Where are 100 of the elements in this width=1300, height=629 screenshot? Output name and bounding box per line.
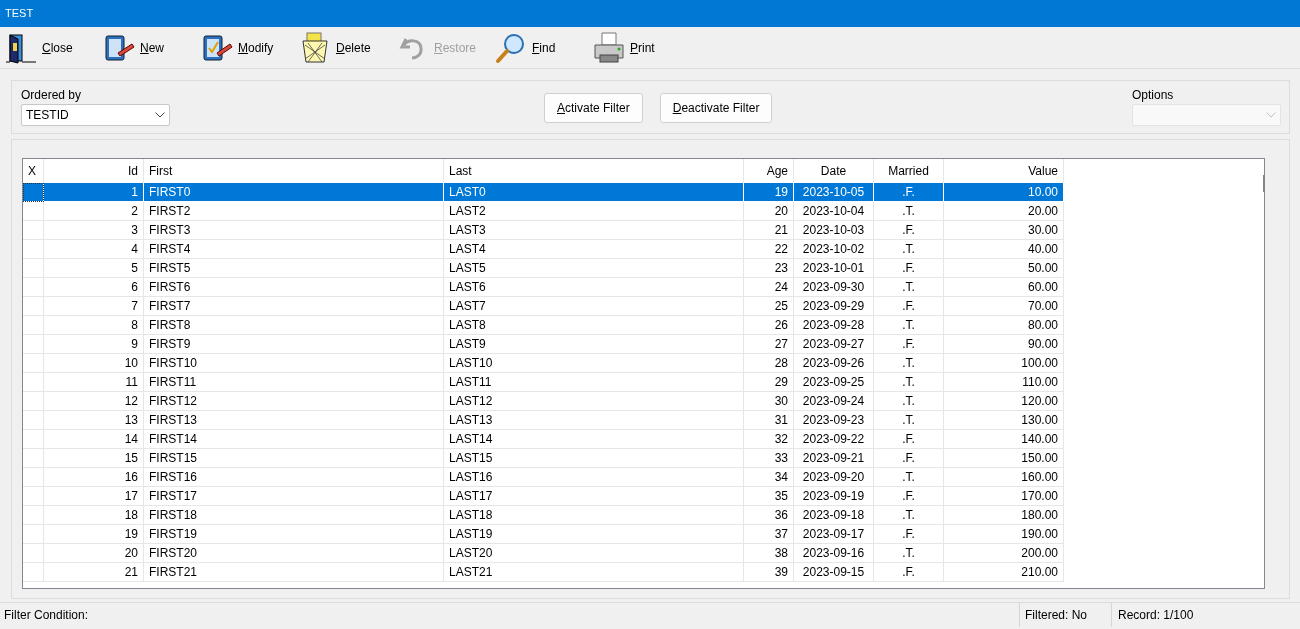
table-row[interactable]: 18 FIRST18 LAST18 36 2023-09-18 .T. 180.00 [23,506,1264,525]
table-row[interactable]: 2 FIRST2 LAST2 20 2023-10-04 .T. 20.00 [23,202,1264,221]
table-cell: 180.00 [944,506,1064,525]
table-cell: LAST8 [444,316,744,335]
table-cell: .F. [874,449,944,468]
table-row[interactable]: 4 FIRST4 LAST4 22 2023-10-02 .T. 40.00 [23,240,1264,259]
table-cell: FIRST4 [144,240,444,259]
table-cell: LAST6 [444,278,744,297]
filter-button[interactable]: Deactivate Filter [659,93,773,123]
table-row[interactable]: 19 FIRST19 LAST19 37 2023-09-17 .F. 190.00 [23,525,1264,544]
table-cell: 2023-09-28 [794,316,874,335]
table-cell: FIRST9 [144,335,444,354]
table-cell: FIRST6 [144,278,444,297]
table-cell: 2023-10-05 [794,183,874,202]
table-cell: FIRST11 [144,373,444,392]
table-row[interactable]: 10 FIRST10 LAST10 28 2023-09-26 .T. 100.00 [23,354,1264,373]
table-row[interactable]: 3 FIRST3 LAST3 21 2023-10-03 .F. 30.00 [23,221,1264,240]
table-cell: 8 [44,316,144,335]
table-row[interactable]: 17 FIRST17 LAST17 35 2023-09-19 .F. 170.00 [23,487,1264,506]
table-row[interactable]: 15 FIRST15 LAST15 33 2023-09-21 .F. 150.00 [23,449,1264,468]
field-label: Options [1132,88,1175,102]
table-cell: .T. [874,392,944,411]
table-cell: 1 [44,183,144,202]
table-cell: 21 [44,563,144,582]
table-cell: FIRST19 [144,525,444,544]
table-row[interactable]: 8 FIRST8 LAST8 26 2023-09-28 .T. 80.00 [23,316,1264,335]
table-row[interactable]: 14 FIRST14 LAST14 32 2023-09-22 .F. 140.00 [23,430,1264,449]
table-row[interactable]: 20 FIRST20 LAST20 38 2023-09-16 .T. 200.00 [23,544,1264,563]
table-cell: 10.00 [944,183,1064,202]
table-cell: 19 [44,525,144,544]
table-cell: 70.00 [944,297,1064,316]
table-cell: 30.00 [944,221,1064,240]
toolbar-button[interactable]: Delete [298,28,396,67]
table-row[interactable]: 5 FIRST5 LAST5 23 2023-10-01 .F. 50.00 [23,259,1264,278]
table-cell: 4 [44,240,144,259]
table-cell: 39 [744,563,794,582]
table-cell: FIRST18 [144,506,444,525]
table-cell: 20 [744,202,794,221]
toolbar-button[interactable]: Close [4,28,102,67]
table-cell: 2023-09-25 [794,373,874,392]
table-cell: FIRST10 [144,354,444,373]
filtered-status: Filtered: No [1019,603,1111,627]
table-cell: 2023-10-01 [794,259,874,278]
table-cell: FIRST0 [144,183,444,202]
table-row[interactable]: 12 FIRST12 LAST12 30 2023-09-24 .T. 120.00 [23,392,1264,411]
table-cell: .T. [874,202,944,221]
table-cell: 40.00 [944,240,1064,259]
filter-button[interactable]: Activate Filter [544,93,643,123]
table-row[interactable]: 9 FIRST9 LAST9 27 2023-09-27 .F. 90.00 [23,335,1264,354]
table-row[interactable]: 21 FIRST21 LAST21 39 2023-09-15 .F. 210.00 [23,563,1264,582]
toolbar-button[interactable]: Print [592,28,690,67]
table-cell: 38 [744,544,794,563]
table-cell: .T. [874,316,944,335]
table-cell: .F. [874,525,944,544]
table-cell: LAST11 [444,373,744,392]
table-cell: FIRST3 [144,221,444,240]
table-row[interactable]: 7 FIRST7 LAST7 25 2023-09-29 .F. 70.00 [23,297,1264,316]
toolbar-button[interactable]: Modify [200,28,298,67]
table-cell: 9 [44,335,144,354]
table-cell: 50.00 [944,259,1064,278]
table-cell: 31 [744,411,794,430]
table-cell: 13 [44,411,144,430]
table-cell: .T. [874,354,944,373]
table-cell: 10 [44,354,144,373]
toolbar-button[interactable]: New [102,28,200,67]
table-row[interactable]: 6 FIRST6 LAST6 24 2023-09-30 .T. 60.00 [23,278,1264,297]
table-cell: 90.00 [944,335,1064,354]
table-cell: 26 [744,316,794,335]
table-cell: .F. [874,221,944,240]
table-cell: 2 [44,202,144,221]
toolbar-button[interactable]: Find [494,28,592,67]
table-cell: 18 [44,506,144,525]
ordered-by-dropdown[interactable]: TESTID [21,104,170,126]
record-status: Record: 1/100 [1111,603,1300,627]
printer-icon [592,30,626,65]
table-cell: FIRST8 [144,316,444,335]
table-cell: 20 [44,544,144,563]
table-cell: 11 [44,373,144,392]
table-cell: LAST9 [444,335,744,354]
table-row[interactable]: 16 FIRST16 LAST16 34 2023-09-20 .T. 160.00 [23,468,1264,487]
table-cell: FIRST12 [144,392,444,411]
table-cell: LAST2 [444,202,744,221]
table-cell: 14 [44,430,144,449]
table-cell: 210.00 [944,563,1064,582]
table-cell: FIRST13 [144,411,444,430]
table-cell: 29 [744,373,794,392]
table-row[interactable]: 13 FIRST13 LAST13 31 2023-09-23 .T. 130.00 [23,411,1264,430]
table-cell: 33 [744,449,794,468]
table-cell: LAST7 [444,297,744,316]
table-cell: FIRST2 [144,202,444,221]
table-cell: 5 [44,259,144,278]
table-cell: LAST15 [444,449,744,468]
table-cell: 100.00 [944,354,1064,373]
table-row[interactable]: 11 FIRST11 LAST11 29 2023-09-25 .T. 110.00 [23,373,1264,392]
table-row[interactable]: 1 FIRST0 LAST0 19 2023-10-05 .F. 10.00 [23,183,1264,202]
scrollbar-thumb[interactable] [1263,175,1265,192]
table-cell: 2023-10-03 [794,221,874,240]
table-cell: 15 [44,449,144,468]
table-cell: 190.00 [944,525,1064,544]
table-cell: 2023-09-16 [794,544,874,563]
